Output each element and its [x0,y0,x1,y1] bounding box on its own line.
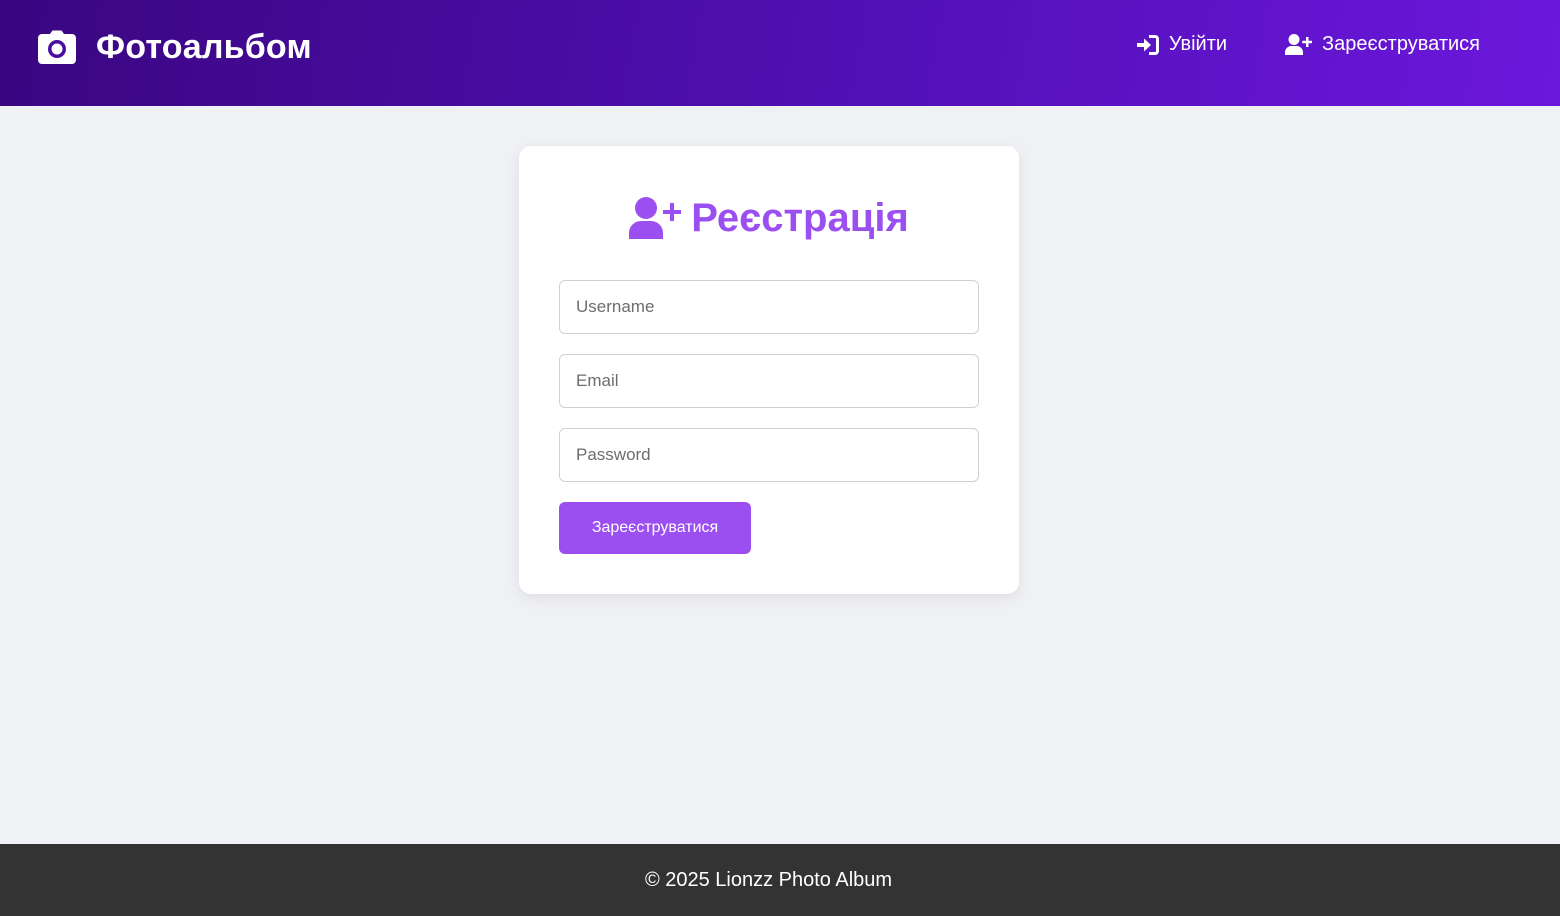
register-title: Реєстрація [519,196,1019,240]
register-title-text: Реєстрація [691,195,909,240]
main-nav: Увійти Зареєструватися [1136,33,1480,56]
top-navbar: Фотоальбом Увійти Зареєструватися [0,0,1560,106]
nav-login-label: Увійти [1168,33,1228,55]
password-input[interactable] [559,428,979,482]
brand-link[interactable]: Фотоальбом [38,27,312,67]
user-plus-icon [1285,34,1313,55]
sign-in-icon [1136,34,1159,55]
nav-login-link[interactable]: Увійти [1136,33,1228,56]
register-submit-button[interactable]: Зареєструватися [559,502,751,554]
brand-title: Фотоальбом [96,27,312,66]
username-input[interactable] [559,280,979,334]
camera-icon [38,30,76,64]
nav-register-label: Зареєструватися [1322,33,1480,55]
user-plus-icon [629,197,682,239]
register-card: Реєстрація Зареєструватися [519,146,1019,594]
nav-register-link[interactable]: Зареєструватися [1285,33,1480,56]
email-input[interactable] [559,354,979,408]
footer-copyright: © 2025 Lionzz Photo Album [644,868,893,891]
page-footer: © 2025 Lionzz Photo Album [0,844,1560,916]
